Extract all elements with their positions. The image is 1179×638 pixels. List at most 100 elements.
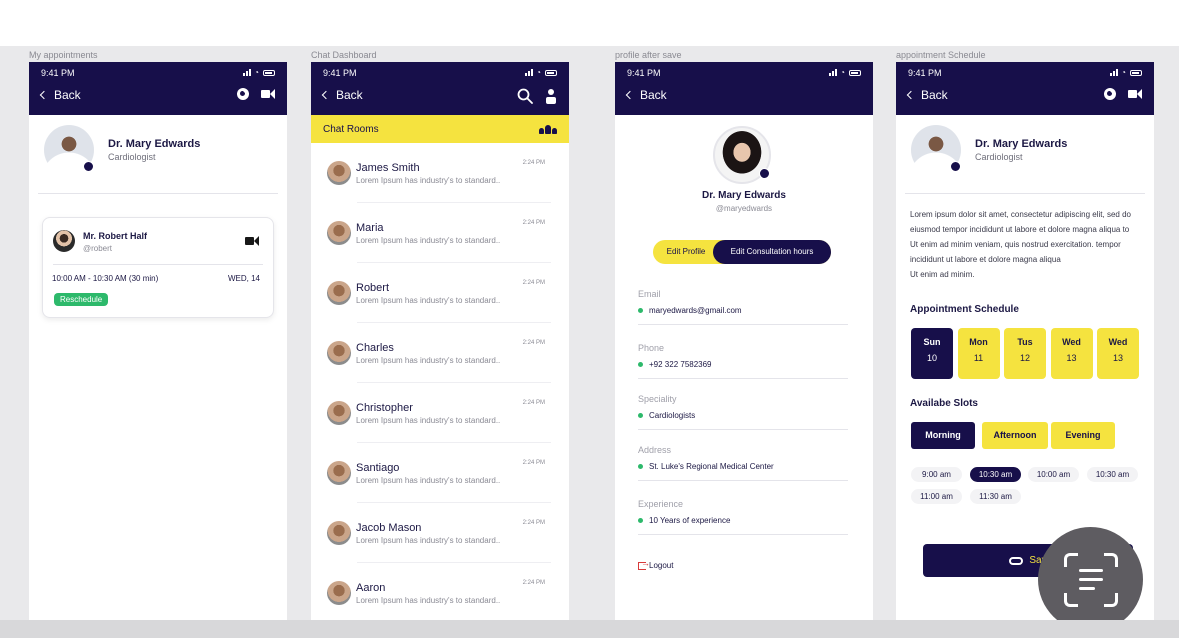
chat-room-time: 2:24 PM xyxy=(522,460,545,466)
edit-consultation-hours-button[interactable]: Edit Consultation hours xyxy=(713,240,831,264)
chat-room-item[interactable]: Christopher Lorem Ipsum has industry's to… xyxy=(327,383,551,443)
camera-icon[interactable] xyxy=(83,161,94,172)
chat-room-message: Lorem Ipsum has industry's to standard.. xyxy=(356,296,501,305)
chat-room-name: Santiago xyxy=(356,462,400,474)
day-option[interactable]: Tus 12 xyxy=(1004,328,1046,379)
back-label: Back xyxy=(640,88,667,102)
field-value-row: maryedwards@gmail.com xyxy=(638,306,848,315)
chat-room-item[interactable]: Robert Lorem Ipsum has industry's to stan… xyxy=(327,263,551,323)
field-value: +92 322 7582369 xyxy=(649,360,712,369)
video-icon[interactable] xyxy=(1128,89,1142,99)
group-icon[interactable] xyxy=(539,124,557,134)
chat-avatar xyxy=(327,581,351,605)
chat-room-time: 2:24 PM xyxy=(522,400,545,406)
profile-name: Dr. Mary Edwards xyxy=(702,190,786,201)
time-slot[interactable]: 11:00 am xyxy=(911,489,962,504)
time-slot[interactable]: 10:30 am xyxy=(970,467,1021,482)
status-dot xyxy=(638,308,643,313)
chat-room-item[interactable]: Jacob Mason Lorem Ipsum has industry's to… xyxy=(327,503,551,563)
chat-room-item[interactable]: Aaron Lorem Ipsum has industry's to stand… xyxy=(327,563,551,620)
appointments-screen: 9:41 PM ◔ Back Dr. Mary Edwards Cardiolo… xyxy=(29,62,287,620)
appointment-schedule-title: Appointment Schedule xyxy=(910,304,1019,315)
system-icons: ◔ xyxy=(1110,68,1142,77)
chat-screen: 9:41 PM ◔ Back Chat Rooms James Smith Lor… xyxy=(311,62,569,620)
day-name: Wed xyxy=(1108,337,1128,347)
field-value-row: St. Luke's Regional Medical Center xyxy=(638,462,848,471)
appointment-card[interactable]: Mr. Robert Half @robert 10:00 AM - 10:30… xyxy=(42,217,274,318)
logout-button[interactable]: Logout xyxy=(638,558,674,570)
frame-label-schedule: appointment Schedule xyxy=(896,50,986,60)
battery-icon xyxy=(545,69,557,76)
profile-field: Speciality Cardiologists xyxy=(638,394,848,430)
field-underline xyxy=(638,378,848,379)
battery-icon xyxy=(1130,69,1142,76)
day-option[interactable]: Wed 13 xyxy=(1097,328,1139,379)
chat-room-message: Lorem Ipsum has industry's to standard.. xyxy=(356,596,501,605)
reschedule-button[interactable]: Reschedule xyxy=(54,293,109,306)
scan-text-button[interactable] xyxy=(1038,527,1143,632)
chat-rooms-bar: Chat Rooms xyxy=(311,115,569,143)
chat-room-item[interactable]: Maria Lorem Ipsum has industry's to stand… xyxy=(327,203,551,263)
divider xyxy=(905,193,1145,194)
phone-icon[interactable] xyxy=(1104,88,1116,100)
edit-profile-button[interactable]: Edit Profile xyxy=(653,240,719,264)
time-slot[interactable]: 10:30 am xyxy=(1087,467,1138,482)
description-line: Lorem ipsum dolor sit amet, consectetur … xyxy=(910,210,1131,219)
description-line: Ut enim ad minim. xyxy=(910,270,975,279)
day-option[interactable]: Wed 13 xyxy=(1050,328,1093,379)
status-time: 9:41 PM xyxy=(627,68,661,78)
status-dot xyxy=(638,362,643,367)
period-option[interactable]: Evening xyxy=(1051,422,1115,449)
status-dot xyxy=(638,518,643,523)
time-slot[interactable]: 9:00 am xyxy=(911,467,962,482)
header-actions xyxy=(517,88,557,104)
back-button[interactable]: Back xyxy=(906,88,948,102)
time-slot[interactable]: 10:00 am xyxy=(1028,467,1079,482)
logout-label: Logout xyxy=(649,561,674,570)
phone-icon[interactable] xyxy=(237,88,249,100)
frame-label-profile: profile after save xyxy=(615,50,682,60)
chat-room-time: 2:24 PM xyxy=(522,220,545,226)
field-value-row: +92 322 7582369 xyxy=(638,360,848,369)
chat-room-message: Lorem Ipsum has industry's to standard.. xyxy=(356,356,501,365)
doctor-specialty: Cardiologist xyxy=(108,152,156,162)
wifi-icon: ◔ xyxy=(840,68,846,77)
wifi-icon: ◔ xyxy=(536,68,542,77)
doctor-description: Lorem ipsum dolor sit amet, consectetur … xyxy=(910,207,1144,282)
camera-icon[interactable] xyxy=(950,161,961,172)
profile-field: Phone +92 322 7582369 xyxy=(638,343,848,379)
battery-icon xyxy=(263,69,275,76)
system-icons: ◔ xyxy=(525,68,557,77)
profile-handle: @maryedwards xyxy=(715,204,773,213)
back-label: Back xyxy=(54,88,81,102)
appointment-time: 10:00 AM - 10:30 AM (30 min) xyxy=(52,274,159,283)
description-line: Ut enim ad minim veniam, quis nostrud ex… xyxy=(910,240,1121,249)
camera-icon[interactable] xyxy=(759,168,770,179)
period-option[interactable]: Morning xyxy=(911,422,975,449)
day-date: 13 xyxy=(1112,353,1123,363)
chat-room-item[interactable]: Santiago Lorem Ipsum has industry's to st… xyxy=(327,443,551,503)
chat-room-item[interactable]: Charles Lorem Ipsum has industry's to sta… xyxy=(327,323,551,383)
available-slots-title: Availabe Slots xyxy=(910,398,978,409)
back-button[interactable]: Back xyxy=(39,88,81,102)
time-slot[interactable]: 11:30 am xyxy=(970,489,1021,504)
period-option[interactable]: Afternoon xyxy=(982,422,1048,449)
chat-room-item[interactable]: James Smith Lorem Ipsum has industry's to… xyxy=(327,143,551,203)
search-icon[interactable] xyxy=(517,88,533,104)
back-button[interactable]: Back xyxy=(321,88,363,102)
chat-room-time: 2:24 PM xyxy=(522,280,545,286)
back-button[interactable]: Back xyxy=(625,88,667,102)
field-value-row: 10 Years of experience xyxy=(638,516,848,525)
link-icon xyxy=(1009,556,1024,565)
day-option[interactable]: Mon 11 xyxy=(957,328,1000,379)
bottom-bar xyxy=(0,620,1179,638)
day-date: 10 xyxy=(926,353,937,363)
back-label: Back xyxy=(921,88,948,102)
day-name: Wed xyxy=(1062,337,1081,347)
video-icon[interactable] xyxy=(245,236,259,246)
signal-icon xyxy=(1110,69,1119,76)
video-icon[interactable] xyxy=(261,89,275,99)
chat-room-time: 2:24 PM xyxy=(522,340,545,346)
user-icon[interactable] xyxy=(545,88,557,104)
day-option[interactable]: Sun 10 xyxy=(911,328,953,379)
